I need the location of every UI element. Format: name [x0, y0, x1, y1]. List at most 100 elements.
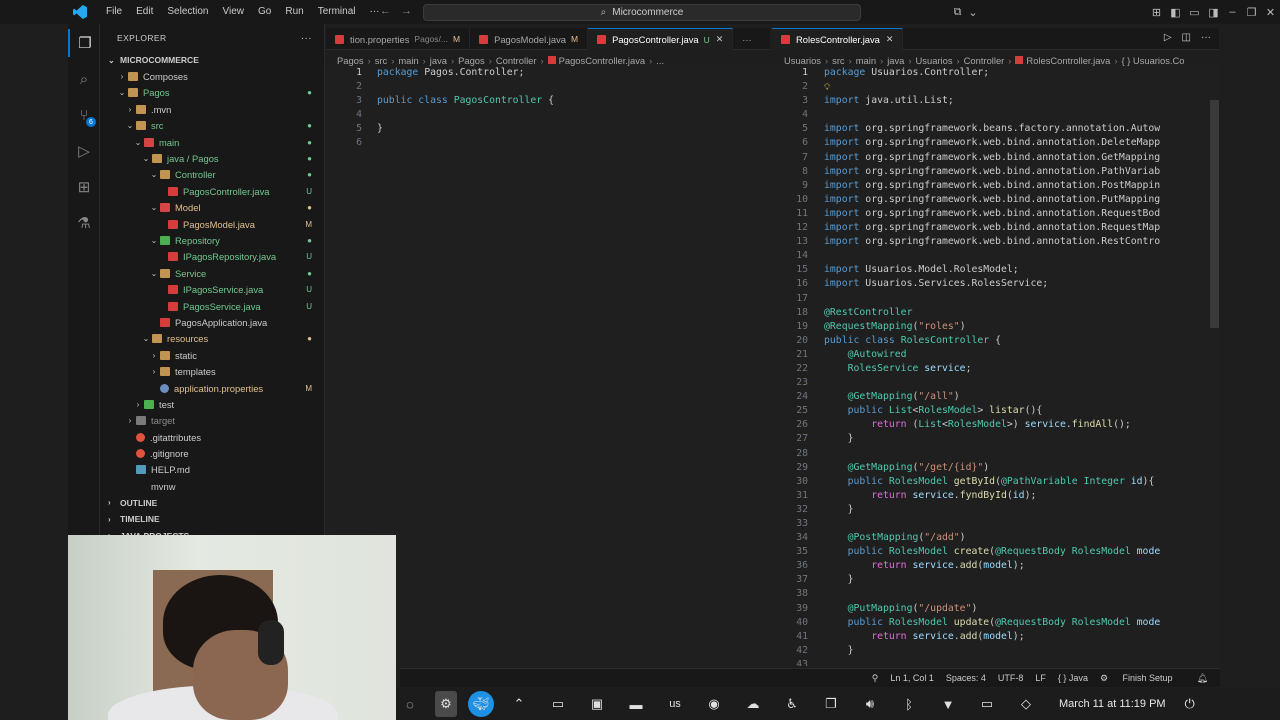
code-line[interactable]: import Usuarios.Model.RolesModel; — [824, 263, 1160, 277]
activities-icon[interactable]: ◌ — [396, 691, 424, 717]
run-play-icon[interactable]: ▷ — [1164, 32, 1172, 43]
menu-item[interactable]: Run — [278, 0, 310, 24]
notifications-bell-icon[interactable]: 🔔︎ — [1197, 673, 1208, 684]
menu-item[interactable]: View — [216, 0, 252, 24]
keyboard-layout[interactable]: us — [661, 691, 689, 717]
chevron-up-icon[interactable]: ⌃ — [505, 691, 533, 717]
code-line[interactable]: @GetMapping("/all") — [824, 390, 1160, 404]
tab-overflow-icon[interactable]: ··· — [733, 28, 760, 50]
wifi-icon[interactable]: ▼ — [934, 691, 962, 717]
toggle-panel-icon[interactable]: ▭ — [1185, 6, 1204, 19]
code-line[interactable]: import org.springframework.web.bind.anno… — [824, 221, 1160, 235]
code-line[interactable] — [824, 292, 1160, 306]
section-java-projects[interactable]: ›JAVA PROJECTS — [100, 527, 324, 535]
forward-arrow-icon[interactable]: → — [401, 5, 412, 17]
command-center-search[interactable]: ⌕ Microcommerce — [423, 4, 861, 21]
code-line[interactable]: import org.springframework.web.bind.anno… — [824, 136, 1160, 150]
code-line[interactable]: RolesService service; — [824, 362, 1160, 376]
code-line[interactable]: import org.springframework.web.bind.anno… — [824, 165, 1160, 179]
code-line[interactable]: import org.springframework.web.bind.anno… — [824, 179, 1160, 193]
tree-item[interactable]: mvnw — [100, 478, 324, 494]
code-line[interactable]: @Autowired — [824, 348, 1160, 362]
breadcrumb-item[interactable]: java — [887, 55, 904, 66]
breadcrumb-item[interactable]: RolesController.java — [1026, 55, 1110, 66]
code-line[interactable]: import org.springframework.beans.factory… — [824, 122, 1160, 136]
code-line[interactable]: @GetMapping("/get/{id}") — [824, 461, 1160, 475]
menu-item[interactable]: Go — [251, 0, 278, 24]
code-line[interactable]: } — [824, 432, 1160, 446]
menu-item[interactable]: Edit — [129, 0, 160, 24]
tab-pagoscontroller-java[interactable]: PagosController.java U ✕ — [588, 28, 734, 50]
workspace-root[interactable]: ⌄ MICROCOMMERCE — [100, 52, 324, 68]
tree-item[interactable]: › static — [100, 347, 324, 363]
code-line[interactable]: public class RolesController { — [824, 334, 1160, 348]
code-line[interactable] — [824, 108, 1160, 122]
section-outline[interactable]: › OUTLINE — [100, 495, 324, 511]
tree-item[interactable]: .gitattributes — [100, 429, 324, 445]
code-line[interactable]: return (List<RolesModel>) service.findAl… — [824, 418, 1160, 432]
tree-item[interactable]: › target — [100, 413, 324, 429]
window-icon[interactable]: ❐ — [817, 691, 845, 717]
breadcrumb-item[interactable]: PagosController.java — [559, 55, 646, 66]
screen-record-icon[interactable]: ▭ — [544, 691, 572, 717]
tab-rolescontroller-java[interactable]: RolesController.java ✕ — [772, 28, 904, 50]
code-line[interactable] — [824, 376, 1160, 390]
code-line[interactable]: import org.springframework.web.bind.anno… — [824, 235, 1160, 249]
tree-item[interactable]: PagosService.java U — [100, 298, 324, 314]
terminal-icon[interactable]: ▬ — [622, 691, 650, 717]
tree-item[interactable]: IPagosRepository.java U — [100, 249, 324, 265]
breadcrumb-item[interactable]: Controller — [964, 55, 1005, 66]
close-icon[interactable]: ✕ — [1261, 6, 1280, 19]
source-control-icon[interactable]: ⑂ 6 — [68, 101, 100, 129]
tree-item[interactable]: ⌄ src ● — [100, 118, 324, 134]
bluetooth-icon[interactable]: ᛒ — [895, 691, 923, 717]
breadcrumb-item[interactable]: Pagos — [458, 55, 485, 66]
tab-tion-properties[interactable]: tion.properties Pagos/... M — [326, 28, 471, 50]
explorer-more-icon[interactable]: ··· — [301, 33, 312, 44]
close-tab-icon[interactable]: ✕ — [716, 34, 724, 45]
menu-item[interactable]: Terminal — [311, 0, 363, 24]
indentation[interactable]: Spaces: 4 — [946, 673, 986, 683]
run-debug-icon[interactable]: ▷ — [68, 137, 100, 165]
toggle-secondary-sidebar-icon[interactable]: ◨ — [1204, 6, 1223, 19]
code-line[interactable] — [377, 108, 554, 122]
code-line[interactable]: public RolesModel getById(@PathVariable … — [824, 475, 1160, 489]
code-line[interactable]: } — [824, 644, 1160, 658]
editor-scrollbar[interactable] — [1210, 100, 1219, 328]
finish-setup-button[interactable]: ⚙ Finish Setup — [1100, 673, 1185, 684]
search-activity-icon[interactable]: ⌕ — [68, 65, 100, 93]
section-timeline[interactable]: › TIMELINE — [100, 511, 324, 527]
close-tab-icon[interactable]: ✕ — [886, 34, 894, 45]
tree-item[interactable]: PagosApplication.java — [100, 314, 324, 330]
power-icon[interactable]: ⏻ — [1176, 691, 1204, 717]
code-line[interactable]: } — [824, 503, 1160, 517]
tree-item[interactable]: application.properties M — [100, 380, 324, 396]
chevron-down-icon[interactable]: ⌄ — [967, 6, 979, 19]
code-line[interactable] — [824, 517, 1160, 531]
breadcrumb-item[interactable]: main — [856, 55, 876, 66]
code-line[interactable]: import org.springframework.web.bind.anno… — [824, 193, 1160, 207]
tab-pagosmodel-java[interactable]: PagosModel.java M — [470, 28, 589, 50]
tree-item[interactable]: › test — [100, 396, 324, 412]
code-line[interactable]: package Pagos.Controller; — [377, 66, 554, 80]
breadcrumb-item[interactable]: Usuarios — [916, 55, 953, 66]
code-line[interactable]: import Usuarios.Services.RolesService; — [824, 277, 1160, 291]
tree-item[interactable]: › Composes — [100, 68, 324, 84]
tree-item[interactable]: PagosController.java U — [100, 183, 324, 199]
clock[interactable]: March 11 at 11:19 PM — [1059, 698, 1166, 710]
explorer-files-icon[interactable]: ❐ — [68, 29, 100, 57]
menu-item[interactable]: Selection — [160, 0, 215, 24]
code-line[interactable] — [824, 587, 1160, 601]
zoom-icon[interactable]: ⚲ — [872, 673, 879, 684]
code-line[interactable]: public RolesModel update(@RequestBody Ro… — [824, 616, 1161, 630]
code-line[interactable]: import org.springframework.web.bind.anno… — [824, 151, 1160, 165]
tree-item[interactable]: › .mvn — [100, 101, 324, 117]
code-line[interactable]: public List<RolesModel> listar(){ — [824, 404, 1160, 418]
tree-item[interactable]: ⌄ Pagos ● — [100, 85, 324, 101]
code-line[interactable]: @RequestMapping("roles") — [824, 320, 1160, 334]
code-line[interactable] — [824, 447, 1160, 461]
copilot-icon[interactable]: ⧉ — [948, 6, 967, 19]
code-line[interactable]: } — [824, 573, 1160, 587]
breadcrumb-item[interactable]: Usuarios — [784, 55, 821, 66]
code-line[interactable]: import org.springframework.web.bind.anno… — [824, 207, 1160, 221]
